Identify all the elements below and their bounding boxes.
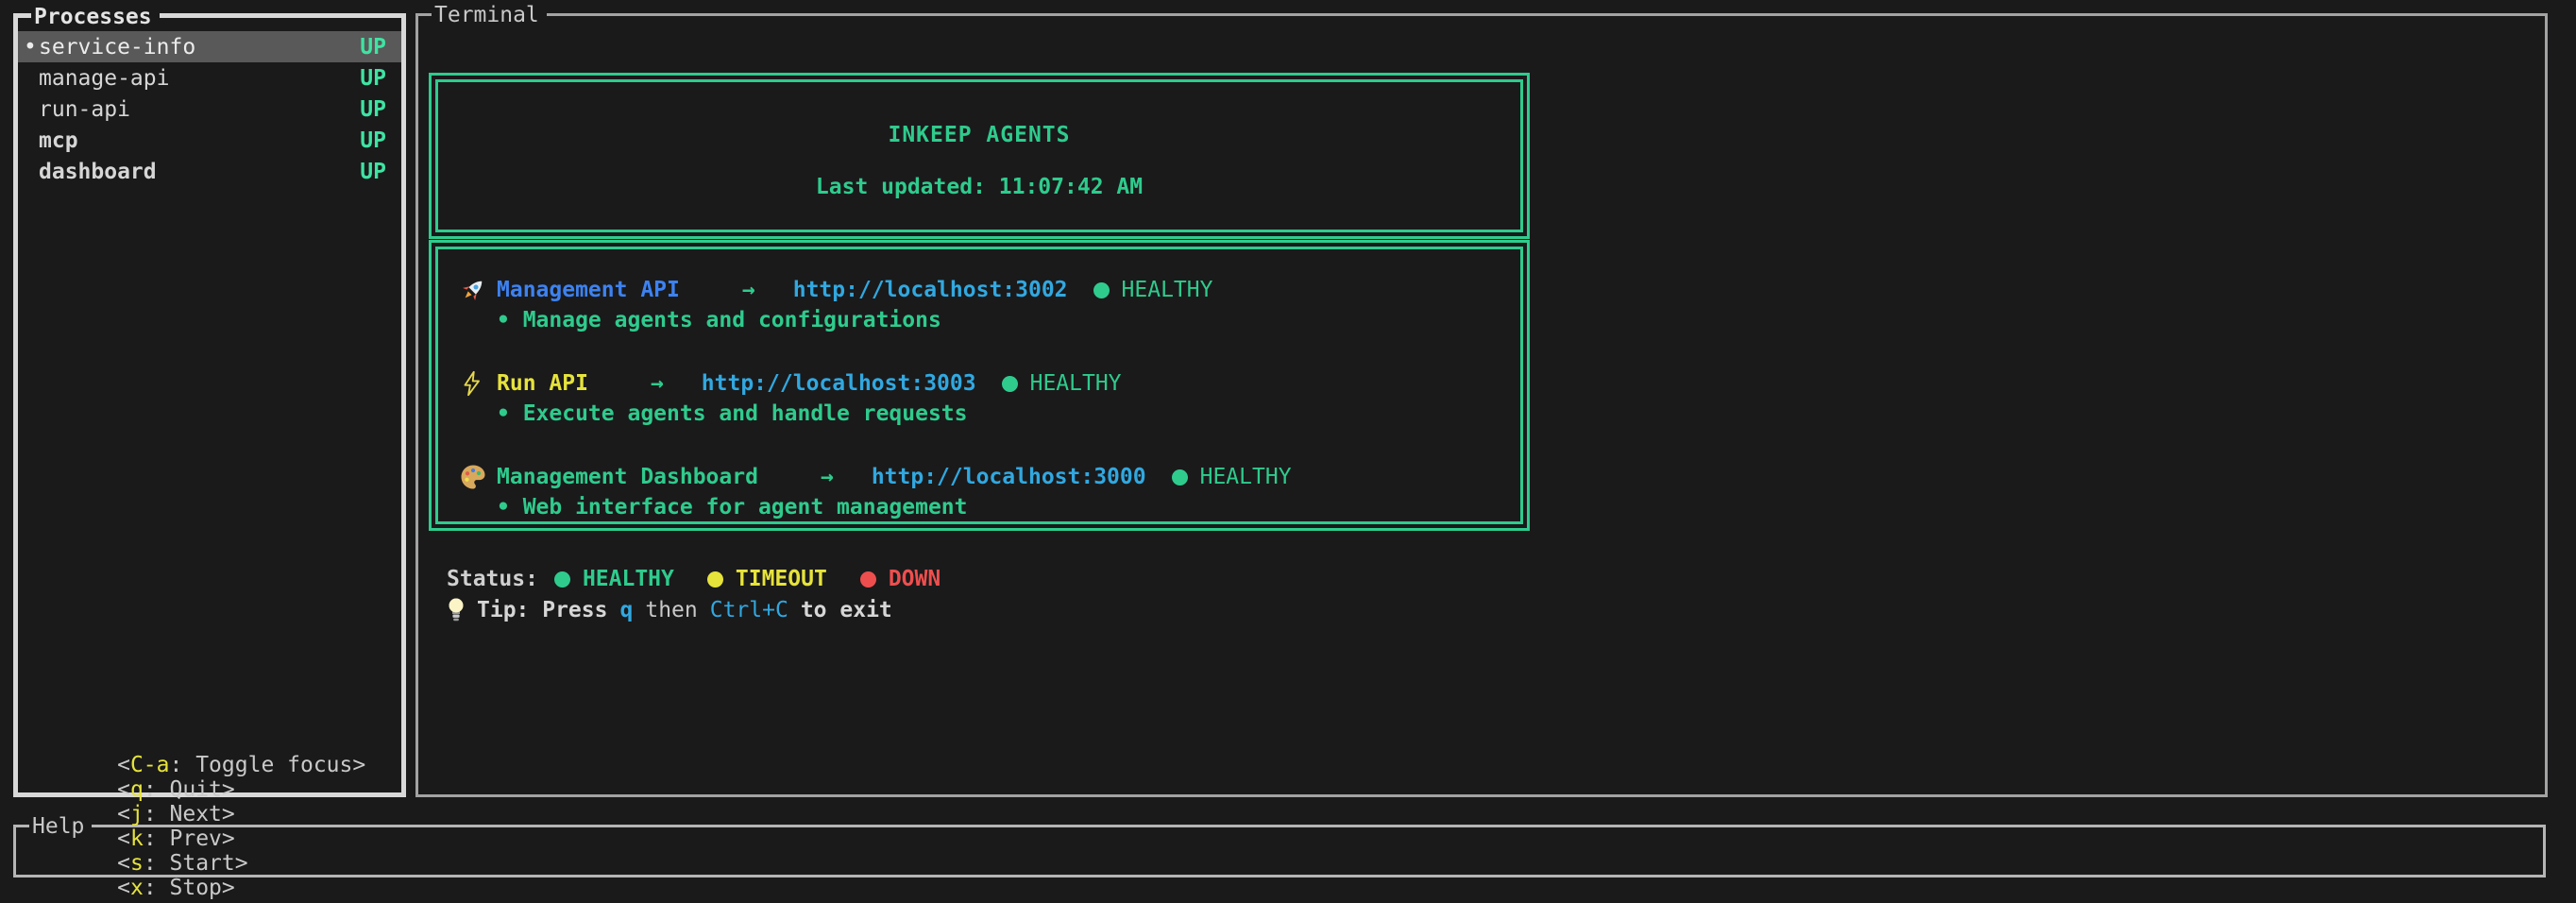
tip-prefix: Tip: Press (477, 598, 607, 622)
service-row-management-dashboard: Management Dashboard → http://localhost:… (459, 461, 1503, 492)
shortcut-prev: <k: Prev> (117, 826, 235, 851)
selection-bullet: • (24, 35, 39, 60)
process-name: dashboard (39, 160, 157, 184)
process-status-badge: UP (360, 128, 386, 153)
shortcut-label: Start (170, 851, 235, 876)
lightbulb-icon (445, 596, 477, 624)
service-url[interactable]: http://localhost:3003 (702, 371, 976, 396)
app-root: Processes • service-info UP manage-api U… (0, 0, 2576, 903)
service-url[interactable]: http://localhost:3002 (793, 278, 1068, 302)
service-health: HEALTHY (1122, 278, 1213, 302)
last-updated: Last updated: 11:07:42 AM (438, 172, 1520, 203)
process-row-dashboard[interactable]: dashboard UP (18, 156, 401, 187)
legend-down-label: DOWN (889, 567, 941, 591)
shortcut-label: Next (170, 802, 222, 826)
shortcut-next: <j: Next> (117, 802, 235, 826)
process-name: service-info (39, 35, 195, 60)
processes-panel-title: Processes (31, 3, 160, 31)
arrow-icon: → (742, 278, 755, 302)
service-name: Management Dashboard (497, 465, 758, 489)
process-name: mcp (39, 128, 78, 153)
status-legend: Status: HEALTHY TIMEOUT DOWN (447, 563, 941, 594)
process-name: manage-api (39, 66, 169, 91)
service-name: Run API (497, 371, 588, 396)
process-list: • service-info UP manage-api UP run-api … (18, 31, 401, 187)
shortcut-key: C-a (130, 753, 170, 777)
app-title: INKEEP AGENTS (438, 120, 1520, 151)
process-name: run-api (39, 97, 130, 122)
tip-key-ctrl-c: Ctrl+C (710, 598, 788, 622)
healthy-dot (554, 571, 570, 588)
process-row-service-info[interactable]: • service-info UP (18, 31, 401, 62)
service-name: Management API (497, 278, 680, 302)
process-row-mcp[interactable]: mcp UP (18, 125, 401, 156)
tip-line: Tip: Press q then Ctrl+C to exit (445, 594, 905, 625)
healthy-dot (1093, 282, 1110, 298)
timeout-dot (707, 571, 723, 588)
healthy-dot (1172, 469, 1188, 486)
process-status-badge: UP (360, 97, 386, 122)
shortcut-label: Stop (170, 876, 222, 900)
terminal-panel-title: Terminal (432, 1, 547, 29)
shortcut-start: <s: Start> (117, 851, 248, 876)
process-status-badge: UP (360, 160, 386, 184)
shortcut-label: Toggle focus (195, 753, 352, 777)
service-row-run-api: Run API → http://localhost:3003 HEALTHY (459, 367, 1503, 399)
shortcut-label: Quit (170, 777, 222, 802)
process-row-run-api[interactable]: run-api UP (18, 94, 401, 125)
shortcut-key: s (130, 851, 144, 876)
services-box: Management API → http://localhost:3002 H… (429, 240, 1530, 531)
spacer (459, 336, 1503, 367)
shortcut-stop: <x: Stop> (117, 876, 235, 900)
shortcut-key: q (130, 777, 144, 802)
service-url[interactable]: http://localhost:3000 (872, 465, 1146, 489)
help-shortcuts: <C-a: Toggle focus> <q: Quit> <j: Next> … (39, 728, 391, 903)
terminal-panel: Terminal INKEEP AGENTS Last updated: 11:… (415, 13, 2548, 797)
processes-panel: Processes • service-info UP manage-api U… (13, 13, 406, 797)
legend-healthy: HEALTHY (554, 567, 674, 591)
service-description: • Web interface for agent management (459, 492, 1503, 523)
arrow-icon: → (821, 465, 834, 489)
healthy-dot (1002, 376, 1018, 392)
tip-key-q: q (619, 598, 633, 622)
legend-healthy-label: HEALTHY (583, 567, 674, 591)
service-description: • Manage agents and configurations (459, 305, 1503, 336)
arrow-icon: → (651, 371, 664, 396)
down-dot (860, 571, 876, 588)
shortcut-key: x (130, 876, 144, 900)
help-panel: Help <C-a: Toggle focus> <q: Quit> <j: N… (13, 825, 2546, 877)
service-row-management-api: Management API → http://localhost:3002 H… (459, 274, 1503, 305)
shortcut-toggle-focus: <C-a: Toggle focus> (117, 753, 365, 777)
palette-icon (459, 463, 497, 491)
tip-suffix: to exit (801, 598, 892, 622)
zap-icon (459, 370, 497, 397)
service-health: HEALTHY (1030, 371, 1122, 396)
spacer (459, 430, 1503, 461)
process-status-badge: UP (360, 35, 386, 60)
process-row-manage-api[interactable]: manage-api UP (18, 62, 401, 94)
tip-middle: then (645, 598, 697, 622)
shortcut-key: j (130, 802, 144, 826)
legend-timeout-label: TIMEOUT (736, 567, 827, 591)
status-label: Status: (447, 567, 538, 591)
legend-down: DOWN (860, 567, 941, 591)
shortcut-label: Prev (170, 826, 222, 851)
legend-timeout: TIMEOUT (707, 567, 827, 591)
rocket-icon (459, 276, 497, 304)
header-box: INKEEP AGENTS Last updated: 11:07:42 AM (429, 73, 1530, 239)
service-health: HEALTHY (1200, 465, 1292, 489)
process-status-badge: UP (360, 66, 386, 91)
shortcut-quit: <q: Quit> (117, 777, 235, 802)
shortcut-key: k (130, 826, 144, 851)
service-description: • Execute agents and handle requests (459, 399, 1503, 430)
